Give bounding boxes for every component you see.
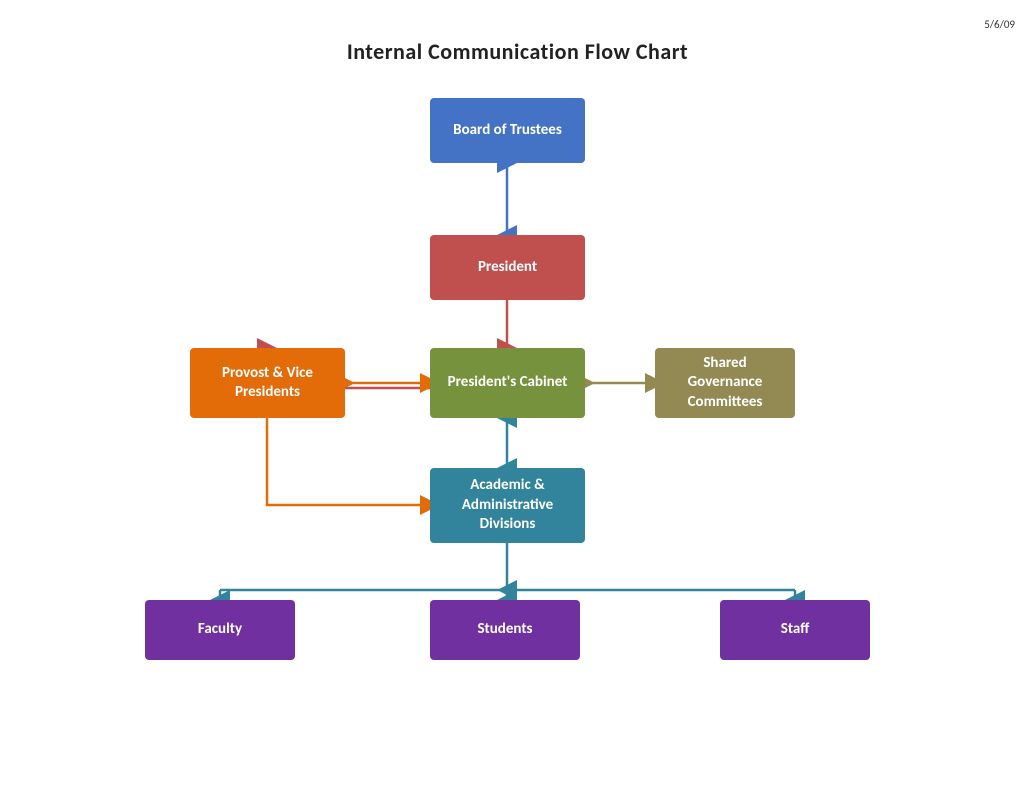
provost-academic-line <box>267 418 430 505</box>
staff-label: Staff <box>781 620 809 640</box>
trustees-label: Board of Trustees <box>453 121 562 141</box>
staff-box: Staff <box>720 600 870 660</box>
trustees-box: Board of Trustees <box>430 98 585 163</box>
students-box: Students <box>430 600 580 660</box>
faculty-label: Faculty <box>198 620 242 640</box>
cabinet-box: President's Cabinet <box>430 348 585 418</box>
page-title: Internal Communication Flow Chart <box>0 38 1035 65</box>
students-label: Students <box>477 620 532 640</box>
president-box: President <box>430 235 585 300</box>
connectors-svg <box>0 80 1035 800</box>
academic-label: Academic & Administrative Divisions <box>440 476 575 535</box>
president-label: President <box>478 258 537 278</box>
academic-box: Academic & Administrative Divisions <box>430 468 585 543</box>
date-label: 5/6/09 <box>984 18 1015 31</box>
shared-box: Shared Governance Committees <box>655 348 795 418</box>
provost-box: Provost & Vice Presidents <box>190 348 345 418</box>
chart-area: Board of Trustees President Provost & Vi… <box>0 80 1035 800</box>
cabinet-label: President's Cabinet <box>448 373 568 393</box>
provost-label: Provost & Vice Presidents <box>200 364 335 403</box>
page: 5/6/09 Internal Communication Flow Chart <box>0 0 1035 800</box>
shared-label: Shared Governance Committees <box>665 354 785 413</box>
faculty-box: Faculty <box>145 600 295 660</box>
